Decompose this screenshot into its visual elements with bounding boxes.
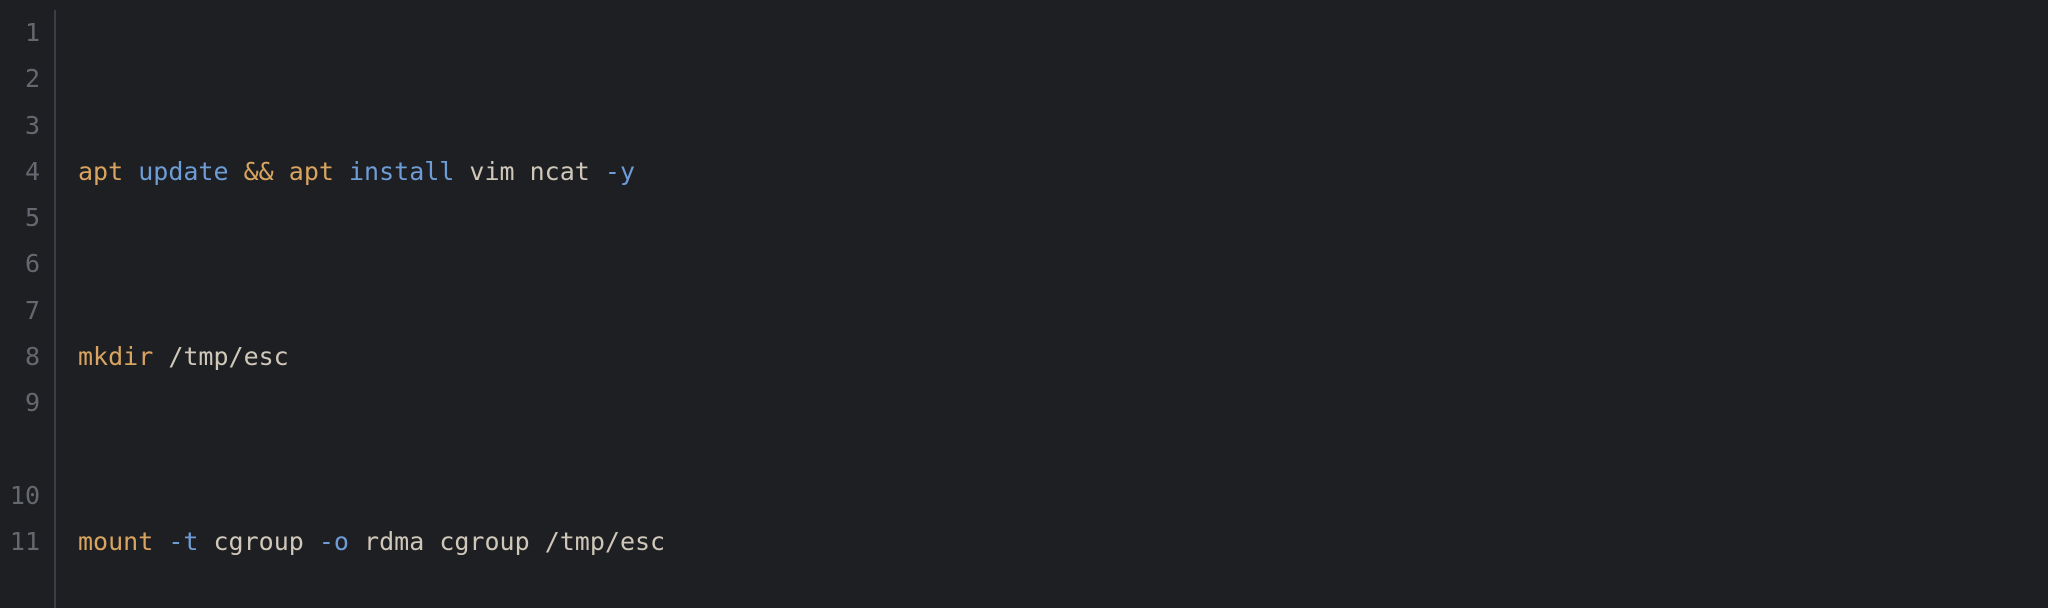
- token-operator: &&: [244, 157, 274, 186]
- code-line[interactable]: mount -t cgroup -o rdma cgroup /tmp/esc: [78, 519, 2048, 565]
- token-cmd: mount: [78, 527, 153, 556]
- token-cmd: apt: [289, 157, 334, 186]
- line-number: 10: [0, 473, 40, 519]
- code-area[interactable]: apt update && apt install vim ncat -y mk…: [56, 10, 2048, 608]
- token-flag: -o: [319, 527, 349, 556]
- line-number: 6: [0, 241, 40, 287]
- line-number: 9: [0, 380, 40, 473]
- token-subcmd: install: [349, 157, 454, 186]
- line-number-gutter: 1 2 3 4 5 6 7 8 9 10 11: [0, 10, 56, 608]
- token-path: /tmp/esc: [545, 527, 665, 556]
- token-arg: cgroup: [214, 527, 304, 556]
- line-number: 1: [0, 10, 40, 56]
- token-subcmd: update: [138, 157, 228, 186]
- line-number: 11: [0, 519, 40, 565]
- line-number: 2: [0, 56, 40, 102]
- line-number: 3: [0, 103, 40, 149]
- line-number: 8: [0, 334, 40, 380]
- token-cmd: mkdir: [78, 342, 153, 371]
- code-line[interactable]: mkdir /tmp/esc: [78, 334, 2048, 380]
- token-cmd: apt: [78, 157, 123, 186]
- code-line[interactable]: apt update && apt install vim ncat -y: [78, 149, 2048, 195]
- token-path: /tmp/esc: [168, 342, 288, 371]
- line-number: 4: [0, 149, 40, 195]
- line-number: 5: [0, 195, 40, 241]
- token-arg: rdma: [364, 527, 424, 556]
- token-arg: cgroup: [439, 527, 529, 556]
- line-number: 7: [0, 288, 40, 334]
- token-flag: -y: [605, 157, 635, 186]
- token-flag: -t: [168, 527, 198, 556]
- token-arg: vim ncat: [469, 157, 589, 186]
- code-editor[interactable]: 1 2 3 4 5 6 7 8 9 10 11 apt update && ap…: [0, 0, 2048, 608]
